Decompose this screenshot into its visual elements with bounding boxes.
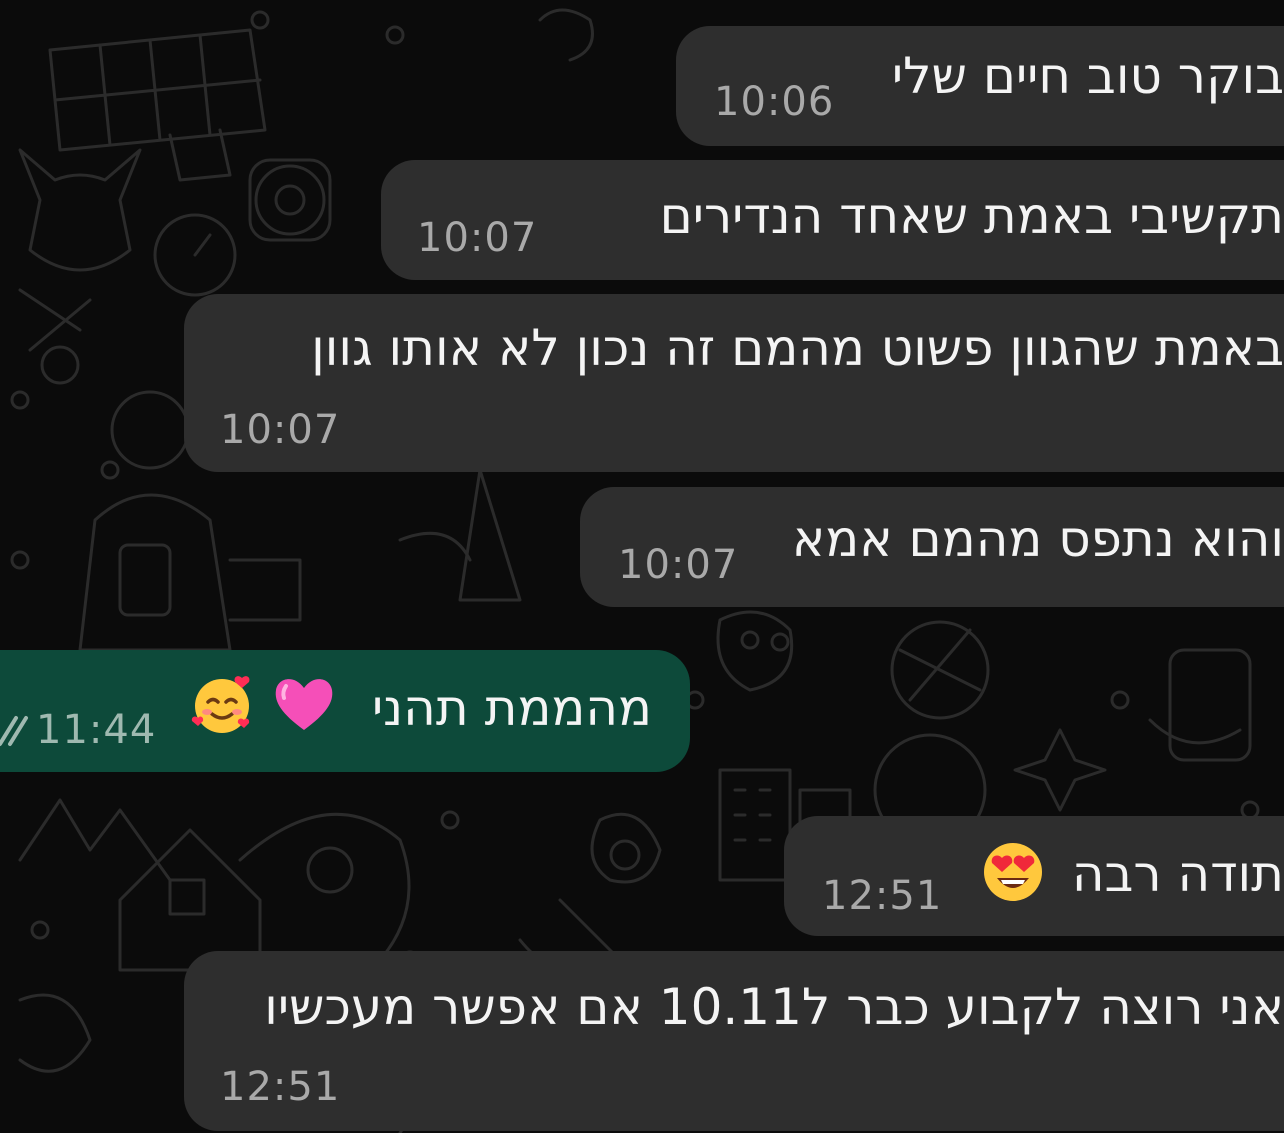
pink-heart-emoji [275, 679, 333, 730]
message-bubble-incoming[interactable]: אני רוצה לקבוע כבר ל10.11 אם אפשר מעכשיו… [184, 951, 1284, 1131]
message-text: והוא נתפס מהמם אמא [791, 510, 1284, 568]
message-timestamp: 12:51 [220, 1064, 341, 1110]
message-text: באמת שהגוון פשוט מהמם זה נכון לא אותו גו… [311, 319, 1284, 377]
message-text: בוקר טוב חיים שלי [891, 47, 1284, 105]
message-timestamp: 11:44 [36, 707, 157, 753]
read-receipt-ticks-icon [0, 716, 28, 746]
message-text: מהממת תהני [371, 679, 652, 737]
chat-view[interactable]: בוקר טוב חיים שלי 10:06 תקשיבי באמת שאחד… [0, 0, 1284, 1133]
message-bubble-incoming[interactable]: תקשיבי באמת שאחד הנדירים 10:07 [381, 160, 1284, 280]
message-bubble-incoming[interactable]: בוקר טוב חיים שלי 10:06 [676, 26, 1284, 146]
message-timestamp: 10:07 [220, 407, 341, 453]
message-bubble-incoming[interactable]: והוא נתפס מהמם אמא 10:07 [580, 487, 1284, 607]
message-bubble-incoming[interactable]: תודה רבה 12:51 [784, 816, 1284, 936]
message-timestamp: 10:07 [618, 542, 739, 588]
message-timestamp: 10:07 [417, 215, 538, 261]
message-text: תודה רבה [1071, 845, 1284, 903]
heart-eyes-emoji [984, 843, 1042, 901]
message-text: אני רוצה לקבוע כבר ל10.11 אם אפשר מעכשיו [264, 978, 1284, 1036]
message-bubble-incoming[interactable]: באמת שהגוון פשוט מהמם זה נכון לא אותו גו… [184, 294, 1284, 472]
message-bubble-outgoing[interactable]: מהממת תהני 11:44 [0, 650, 690, 772]
message-text: תקשיבי באמת שאחד הנדירים [659, 187, 1284, 245]
smiling-face-with-hearts-emoji [191, 676, 250, 733]
message-timestamp: 12:51 [822, 873, 943, 919]
message-timestamp: 10:06 [714, 79, 835, 125]
